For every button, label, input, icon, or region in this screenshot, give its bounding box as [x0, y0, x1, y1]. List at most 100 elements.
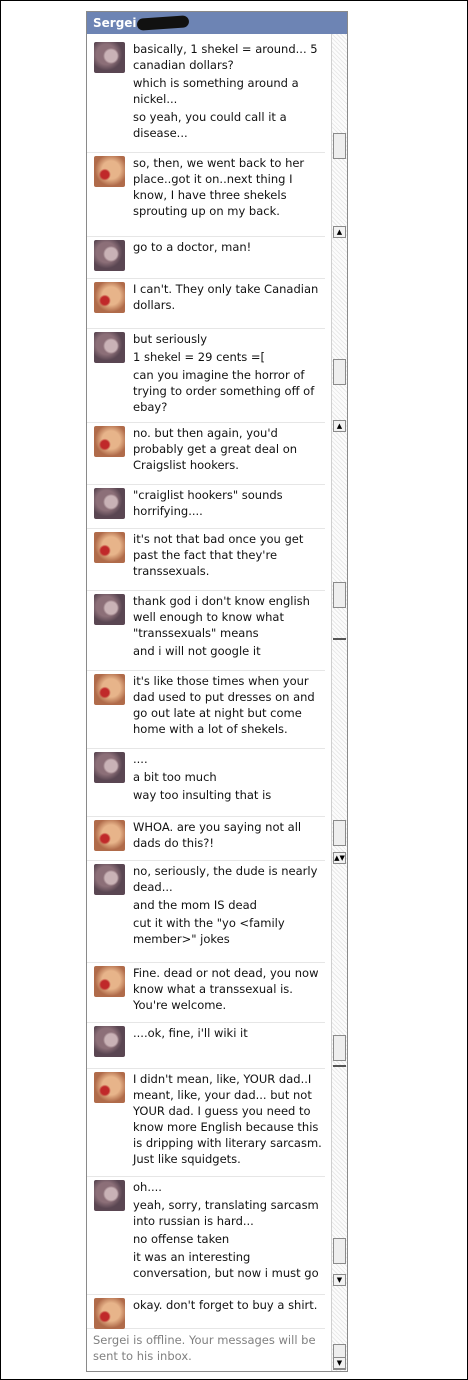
scroll-up-arrow[interactable]: ▲: [333, 420, 346, 432]
sergei-avatar[interactable]: [94, 752, 125, 783]
user-avatar[interactable]: [94, 282, 125, 313]
scrollbar-thumb[interactable]: [333, 582, 346, 608]
sergei-avatar[interactable]: [94, 240, 125, 271]
chat-message: thank god i don't know english well enou…: [87, 592, 325, 671]
message-text: okay. don't forget to buy a shirt.: [133, 1297, 325, 1315]
message-text: .... a bit too much way too insulting that…: [133, 751, 325, 805]
message-line: so yeah, you could call it a disease...: [133, 110, 291, 140]
message-text: "craiglist hookers" sounds horrifying...…: [133, 487, 325, 521]
message-line: I can't. They only take Canadian dollars…: [133, 282, 322, 312]
scroll-up-arrow[interactable]: ▲: [333, 226, 346, 238]
chat-window: Sergei basically, 1 shekel = around... 5…: [86, 11, 348, 1372]
chat-titlebar[interactable]: Sergei: [87, 12, 347, 34]
scroll-updown-arrow[interactable]: ▲▼: [333, 852, 346, 864]
message-text: Fine. dead or not dead, you now know wha…: [133, 965, 325, 1015]
scrollbar-divider: [333, 638, 346, 640]
redaction-mark: [136, 15, 190, 31]
message-text: no. but then again, you'd probably get a…: [133, 425, 325, 475]
message-text: WHOA. are you saying not all dads do thi…: [133, 819, 325, 853]
sergei-avatar[interactable]: [94, 1026, 125, 1057]
message-line: a bit too much: [133, 770, 217, 784]
message-line: it was an interesting conversation, but …: [133, 1250, 319, 1280]
message-line: basically, 1 shekel = around... 5 canadi…: [133, 42, 322, 72]
scrollbar-thumb[interactable]: [333, 133, 346, 159]
chat-message: it's like those times when your dad used…: [87, 672, 325, 749]
user-avatar[interactable]: [94, 426, 125, 457]
sergei-avatar[interactable]: [94, 1180, 125, 1211]
sergei-avatar[interactable]: [94, 42, 125, 73]
chat-message: ....ok, fine, i'll wiki it: [87, 1024, 325, 1069]
chat-message: I can't. They only take Canadian dollars…: [87, 280, 325, 329]
chat-message: "craiglist hookers" sounds horrifying...…: [87, 486, 325, 529]
user-avatar[interactable]: [94, 820, 125, 851]
message-text: I can't. They only take Canadian dollars…: [133, 281, 325, 315]
scrollbar-thumb[interactable]: [333, 1035, 346, 1061]
message-line: and the mom IS dead: [133, 898, 257, 912]
chat-message: I didn't mean, like, YOUR dad..I meant, …: [87, 1070, 325, 1177]
message-line: no. but then again, you'd probably get a…: [133, 426, 301, 472]
message-text: so, then, we went back to her place..got…: [133, 155, 325, 221]
user-avatar[interactable]: [94, 1072, 125, 1103]
message-line: no, seriously, the dude is nearly dead..…: [133, 864, 322, 894]
chat-message: WHOA. are you saying not all dads do thi…: [87, 818, 325, 861]
user-avatar[interactable]: [94, 1298, 125, 1329]
scrollbar-divider: [333, 1065, 346, 1067]
message-line: WHOA. are you saying not all dads do thi…: [133, 820, 305, 850]
chat-message: go to a doctor, man!: [87, 238, 325, 279]
user-avatar[interactable]: [94, 674, 125, 705]
message-line: it's not that bad once you get past the …: [133, 532, 308, 578]
message-text: ....ok, fine, i'll wiki it: [133, 1025, 325, 1043]
offline-notice: Sergei is offline. Your messages will be…: [93, 1333, 316, 1363]
scroll-down-arrow[interactable]: ▼: [333, 1357, 346, 1369]
message-text: basically, 1 shekel = around... 5 canadi…: [133, 41, 325, 143]
message-line: go to a doctor, man!: [133, 240, 252, 254]
message-text: thank god i don't know english well enou…: [133, 593, 325, 661]
sergei-avatar[interactable]: [94, 488, 125, 519]
scrollbar-thumb[interactable]: [333, 359, 346, 385]
message-line: yeah, sorry, translating sarcasm into ru…: [133, 1198, 323, 1228]
message-text: it's like those times when your dad used…: [133, 673, 325, 739]
chat-message: oh.... yeah, sorry, translating sarcasm i…: [87, 1178, 325, 1295]
user-avatar[interactable]: [94, 966, 125, 997]
sergei-avatar[interactable]: [94, 332, 125, 363]
scrollbar-thumb[interactable]: [333, 1238, 346, 1264]
chat-message: it's not that bad once you get past the …: [87, 530, 325, 591]
chat-message: but seriously 1 shekel = 29 cents =[can y…: [87, 330, 325, 423]
message-line: I didn't mean, like, YOUR dad..I meant, …: [133, 1072, 326, 1166]
message-line: Fine. dead or not dead, you now know wha…: [133, 966, 323, 1012]
message-line: thank god i don't know english well enou…: [133, 594, 314, 640]
message-line: ....ok, fine, i'll wiki it: [133, 1026, 248, 1040]
message-line: it's like those times when your dad used…: [133, 674, 319, 736]
message-line: so, then, we went back to her place..got…: [133, 156, 308, 218]
message-line: oh....: [133, 1180, 162, 1194]
message-line: okay. don't forget to buy a shirt.: [133, 1298, 318, 1312]
chat-message: Fine. dead or not dead, you now know wha…: [87, 964, 325, 1023]
chat-message: no, seriously, the dude is nearly dead..…: [87, 862, 325, 963]
sergei-avatar[interactable]: [94, 864, 125, 895]
chat-title: Sergei: [93, 16, 137, 30]
message-text: but seriously 1 shekel = 29 cents =[can y…: [133, 331, 325, 417]
scroll-down-arrow[interactable]: ▼: [333, 1274, 346, 1286]
message-line: 1 shekel = 29 cents =[: [133, 350, 266, 364]
chat-message: .... a bit too much way too insulting that…: [87, 750, 325, 817]
message-line: and i will not google it: [133, 644, 261, 658]
message-line: no offense taken: [133, 1232, 230, 1246]
message-line: can you imagine the horror of trying to …: [133, 368, 318, 414]
message-line: ....: [133, 752, 148, 766]
message-text: no, seriously, the dude is nearly dead..…: [133, 863, 325, 949]
chat-message: no. but then again, you'd probably get a…: [87, 424, 325, 485]
message-line: way too insulting that is: [133, 788, 272, 802]
message-text: I didn't mean, like, YOUR dad..I meant, …: [133, 1071, 325, 1169]
scrollbar-strip[interactable]: ▲ ▲ ▲▼ ▼ ▼: [331, 34, 347, 1371]
message-line: which is something around a nickel...: [133, 76, 303, 106]
scrollbar-thumb[interactable]: [333, 820, 346, 846]
user-avatar[interactable]: [94, 156, 125, 187]
chat-message: basically, 1 shekel = around... 5 canadi…: [87, 40, 325, 153]
message-line: "craiglist hookers" sounds horrifying...…: [133, 488, 287, 518]
sergei-avatar[interactable]: [94, 594, 125, 625]
chat-message: so, then, we went back to her place..got…: [87, 154, 325, 237]
message-line: cut it with the "yo <family member>" jok…: [133, 916, 289, 946]
user-avatar[interactable]: [94, 532, 125, 563]
message-text: it's not that bad once you get past the …: [133, 531, 325, 581]
message-text: oh.... yeah, sorry, translating sarcasm i…: [133, 1179, 325, 1283]
